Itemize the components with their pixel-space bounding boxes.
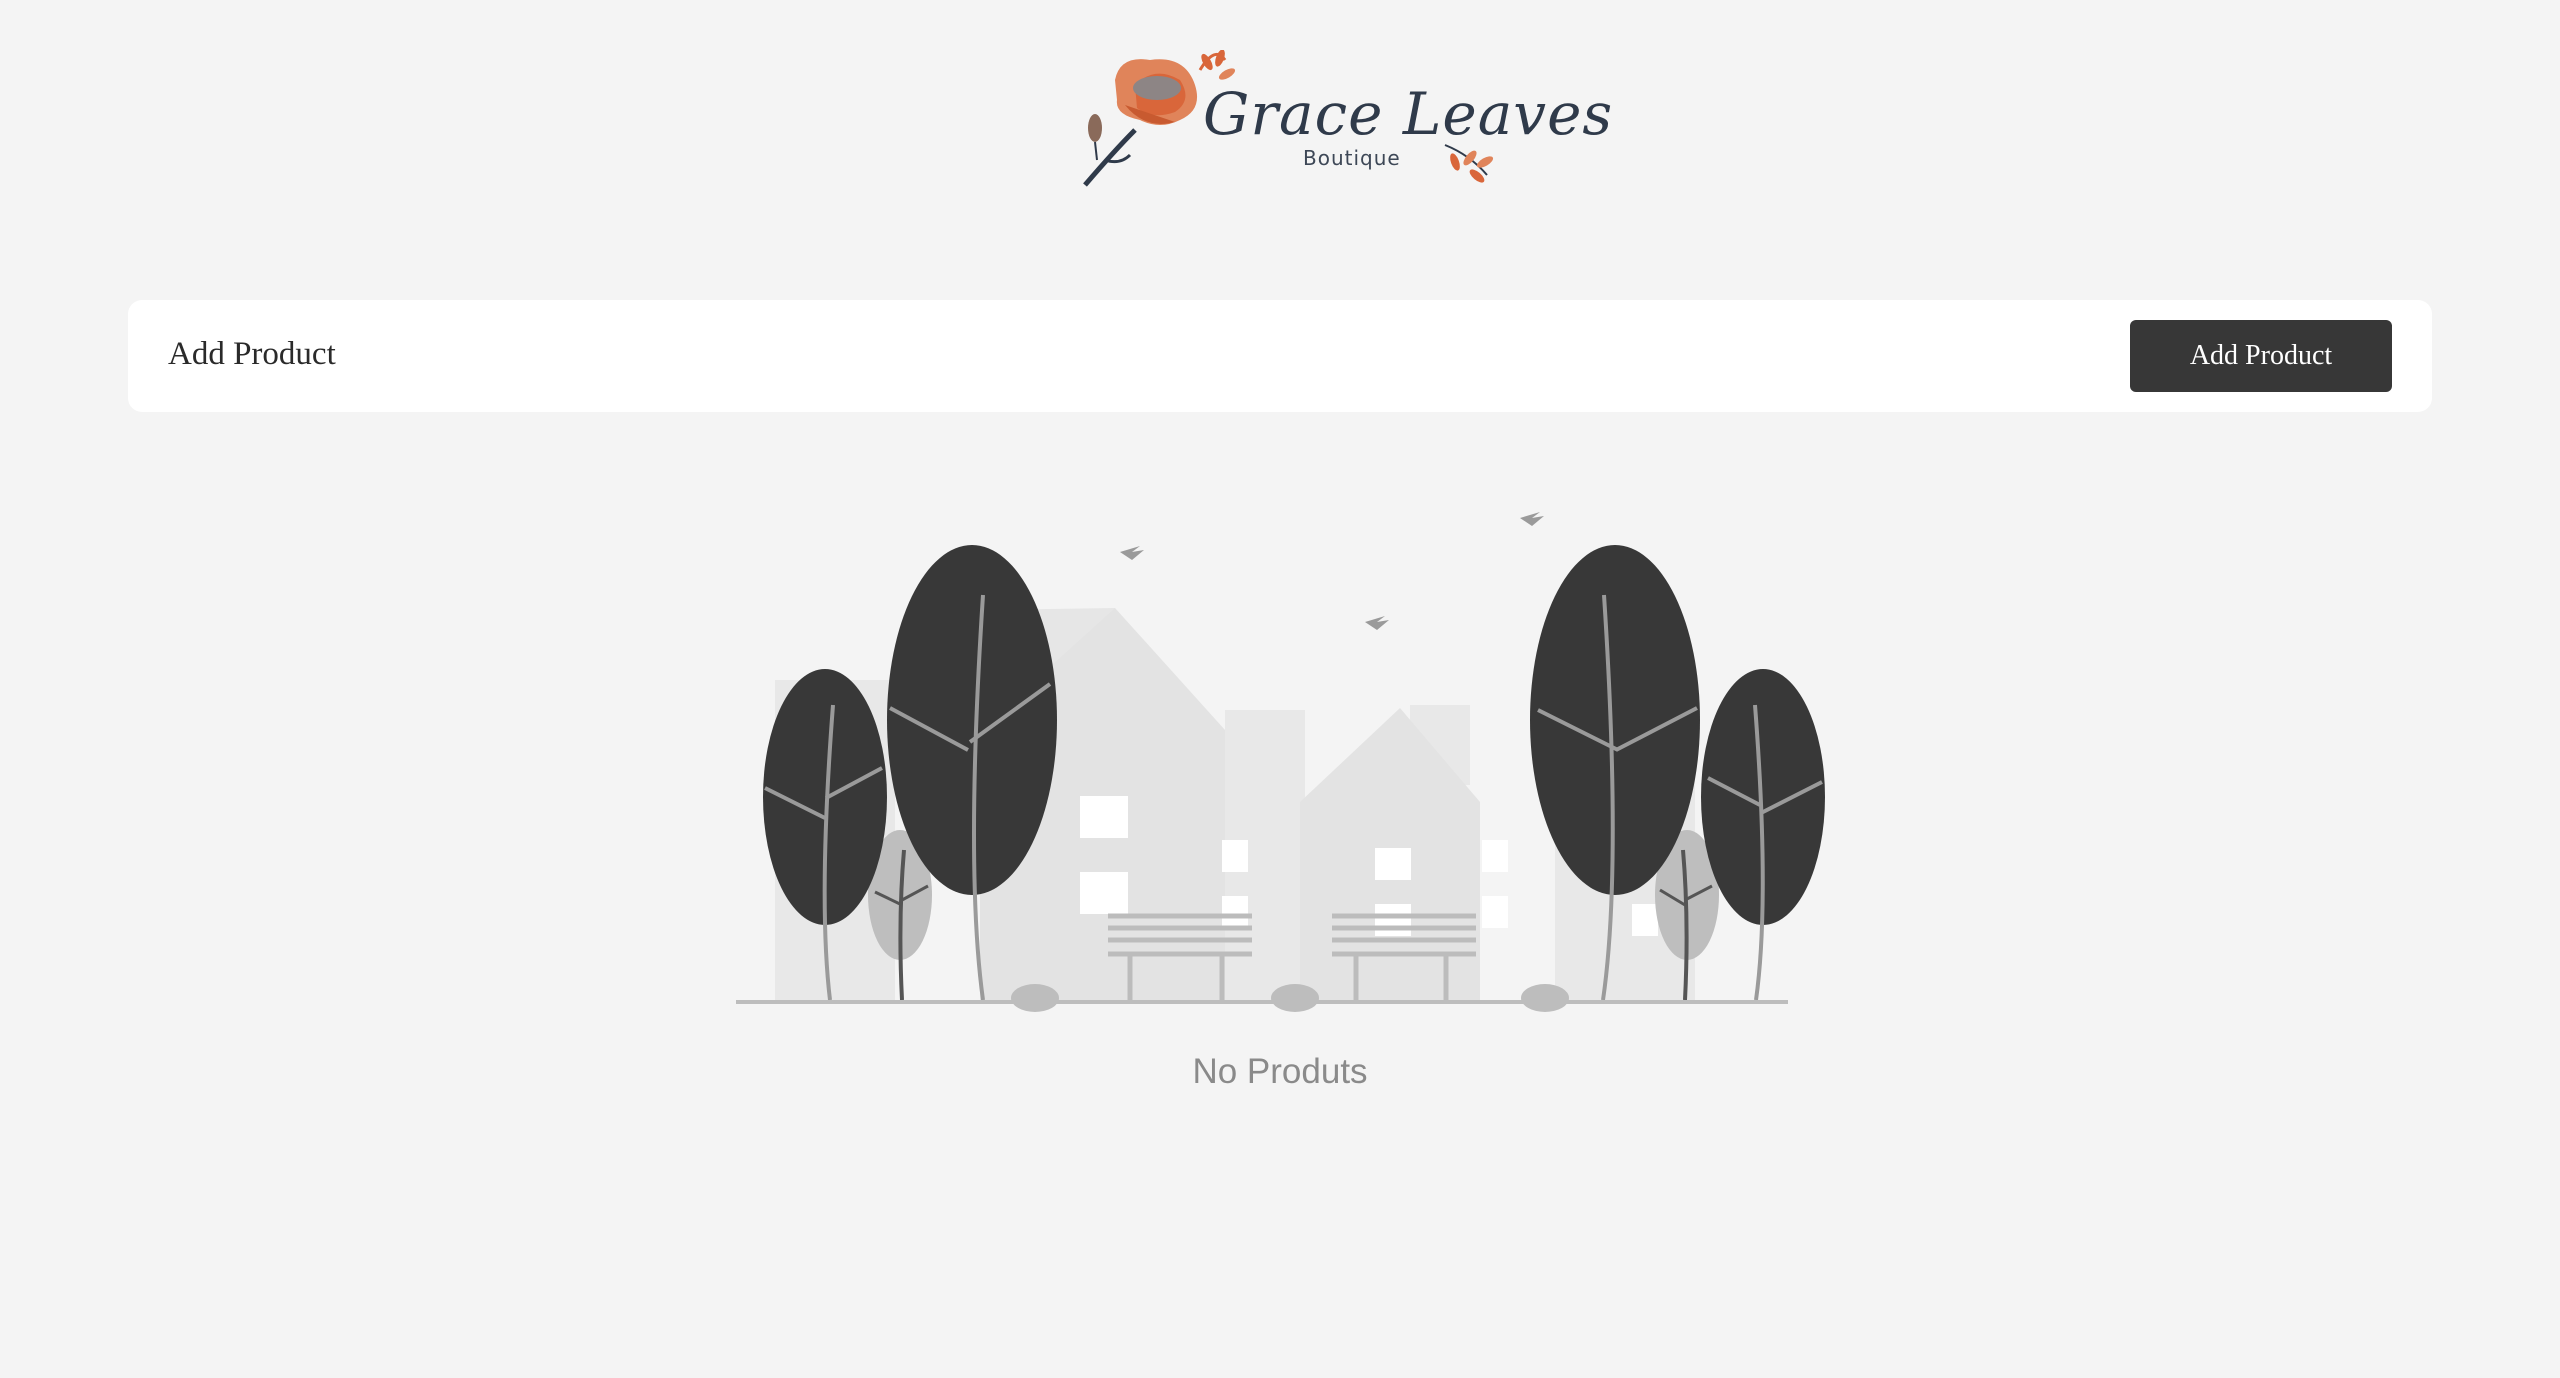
product-toolbar: Add Product Add Product [128, 300, 2432, 412]
add-product-button[interactable]: Add Product [2130, 320, 2392, 392]
empty-state-illustration [730, 500, 1830, 1020]
brand-logo: Grace Leaves Boutique [1075, 50, 1612, 190]
empty-state-message: No Produts [1192, 1052, 1368, 1091]
brand-tagline: Boutique [1303, 146, 1401, 170]
park-scene-icon [736, 512, 1825, 1012]
brand-name: Grace Leaves [1203, 80, 1614, 148]
page-title: Add Product [168, 336, 336, 372]
